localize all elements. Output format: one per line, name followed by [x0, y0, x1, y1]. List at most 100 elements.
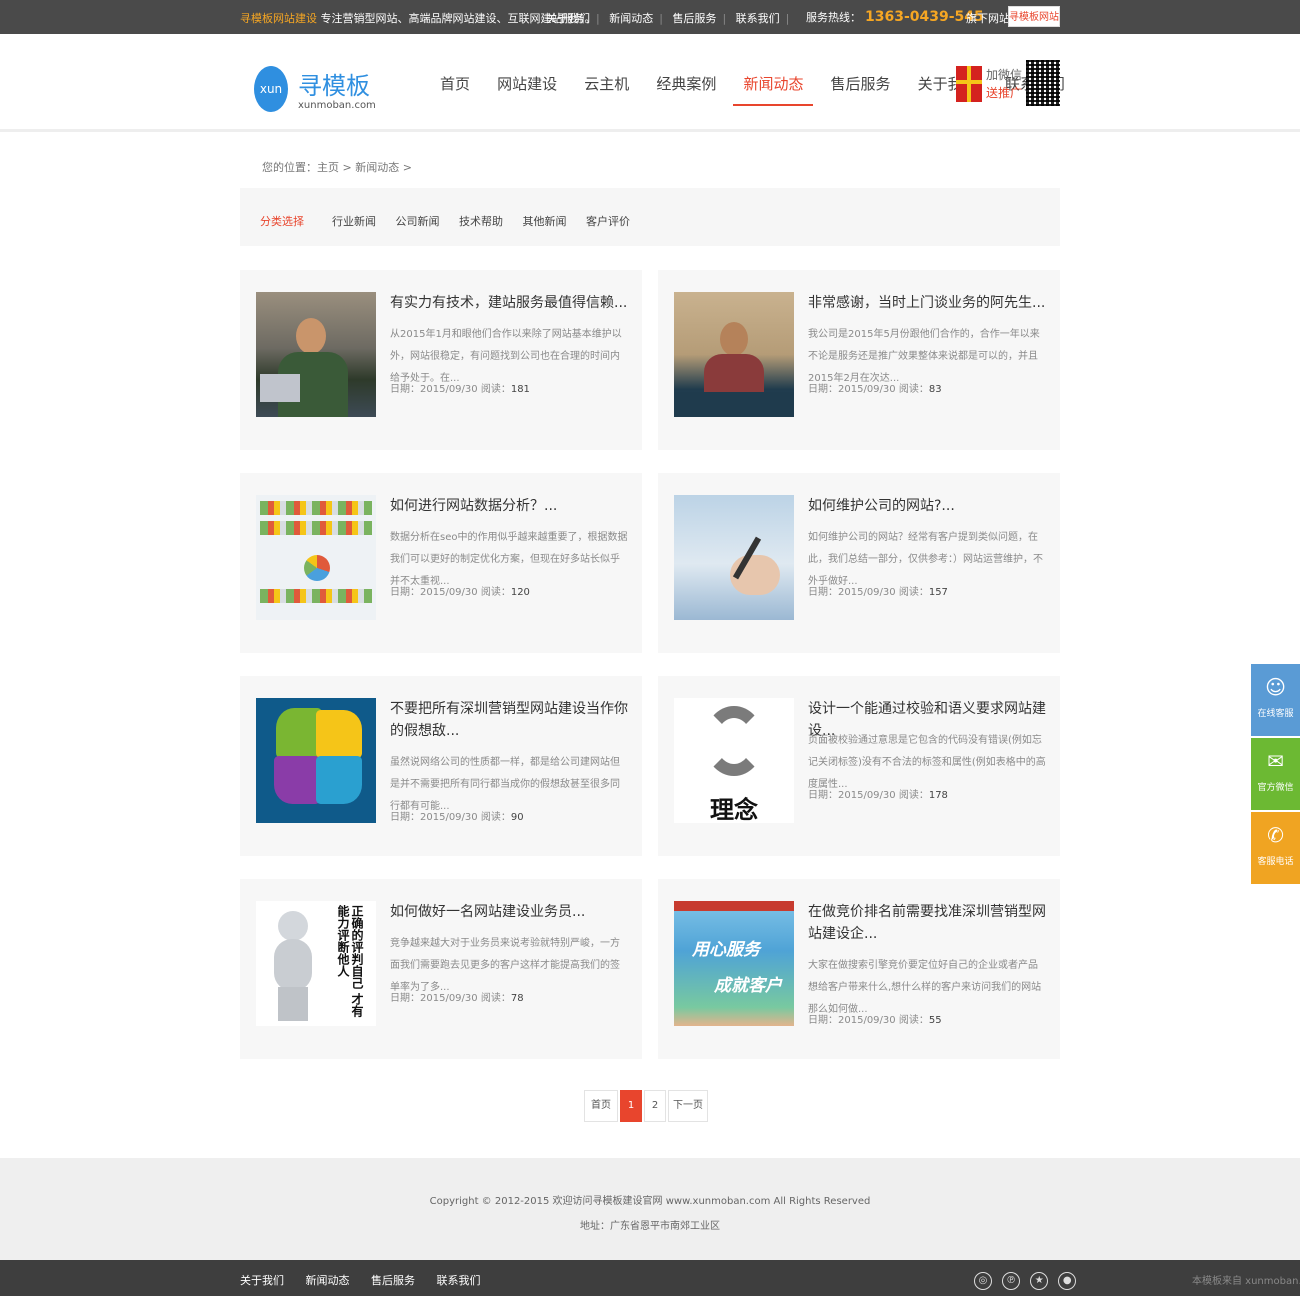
thumb-face	[296, 318, 326, 354]
news-date: 日期：2015/09/30 阅读：	[390, 384, 511, 395]
side-label: 在线客服	[1257, 709, 1294, 719]
news-meta: 日期：2015/09/30 阅读：55	[808, 1011, 942, 1026]
wechat-icon: ✉	[1267, 749, 1284, 773]
news-thumbnail[interactable]: 用心服务 成就客户	[674, 901, 794, 1026]
thumb-swirl	[704, 706, 764, 776]
nav-item-cloud-host[interactable]: 云主机	[574, 74, 639, 106]
news-thumbnail[interactable]	[674, 292, 794, 417]
thumb-figure-head	[278, 911, 308, 941]
promo-line-1: 加微信	[986, 68, 1023, 82]
news-title[interactable]: 在做竞价排名前需要找准深圳营销型网站建设企...	[808, 901, 1048, 945]
sister-sites-link[interactable]: 旗下网站	[966, 10, 1010, 26]
news-card[interactable]: 用心服务 成就客户 在做竞价排名前需要找准深圳营销型网站建设企... 大家在做搜…	[658, 879, 1060, 1059]
news-title[interactable]: 如何维护公司的网站?...	[808, 495, 1048, 517]
news-reads: 55	[928, 1015, 942, 1026]
footer-link-about[interactable]: 关于我们	[240, 1272, 284, 1288]
thumb-caption-2: 成就客户	[714, 976, 782, 996]
category-list: 行业新闻 公司新闻 技术帮助 其他新闻 客户评价	[332, 213, 646, 229]
hotline-label: 服务热线：	[806, 11, 861, 24]
pagination-page[interactable]: 1	[620, 1090, 642, 1122]
footer-link-contact[interactable]: 联系我们	[437, 1272, 481, 1288]
news-date: 日期：2015/09/30 阅读：	[808, 587, 929, 598]
news-title[interactable]: 有实力有技术，建站服务最值得信赖...	[390, 292, 630, 314]
nav-item-home[interactable]: 首页	[430, 74, 480, 106]
news-thumbnail[interactable]: 正确的评判自己 才有能力评断他人	[256, 901, 376, 1026]
pagination-page[interactable]: 2	[644, 1090, 666, 1122]
top-intro: 寻模板网站建设 专注营销型网站、高端品牌网站建设、互联网建站服务。	[240, 10, 596, 26]
news-meta: 日期：2015/09/30 阅读：120	[390, 583, 530, 598]
news-reads: 78	[510, 993, 524, 1004]
thumb-desk	[674, 392, 794, 417]
news-thumbnail[interactable]	[256, 292, 376, 417]
pinterest-icon[interactable]: ℗	[1002, 1272, 1021, 1290]
news-meta: 日期：2015/09/30 阅读：90	[390, 808, 524, 823]
news-title[interactable]: 非常感谢，当时上门谈业务的阿先生...	[808, 292, 1048, 314]
category-tech-help[interactable]: 技术帮助	[459, 213, 503, 229]
news-thumbnail[interactable]	[256, 698, 376, 823]
footer-link-service[interactable]: 售后服务	[371, 1272, 415, 1288]
news-card[interactable]: 如何维护公司的网站?... 如何维护公司的网站？经常有客户提到类似问题，在此，我…	[658, 473, 1060, 653]
news-card[interactable]: 非常感谢，当时上门谈业务的阿先生... 我公司是2015年5月份跟他们合作的，合…	[658, 270, 1060, 450]
qr-code-icon	[1026, 60, 1060, 106]
top-link-divider: |	[785, 12, 790, 25]
side-online-service[interactable]: ☺ 在线客服	[1251, 664, 1300, 736]
bottom-bar: 关于我们 新闻动态 售后服务 联系我们 ◎ ℗ ★ ● 本模板来自 xunmob…	[0, 1260, 1300, 1296]
side-phone[interactable]: ✆ 客服电话	[1251, 812, 1300, 884]
template-credit: 本模板来自 xunmoban.com	[1192, 1276, 1300, 1287]
top-link-about[interactable]: 关于我们	[546, 10, 590, 26]
category-other-news[interactable]: 其他新闻	[523, 213, 567, 229]
pagination-next[interactable]: 下一页	[668, 1090, 708, 1122]
top-link-contact[interactable]: 联系我们	[736, 10, 780, 26]
thumb-header-band	[674, 901, 794, 911]
news-meta: 日期：2015/09/30 阅读：181	[390, 380, 530, 395]
thumb-figure-torso	[274, 939, 312, 991]
footer-links: 关于我们 新闻动态 售后服务 联系我们	[240, 1272, 499, 1288]
thumb-figure-legs	[278, 987, 308, 1021]
news-thumbnail[interactable]	[674, 495, 794, 620]
site-logo[interactable]: xun 寻模板 xunmoban.com	[254, 64, 404, 116]
nav-item-cases[interactable]: 经典案例	[646, 74, 726, 106]
top-link-service[interactable]: 售后服务	[672, 10, 716, 26]
promo-line-2: 送推广	[986, 86, 1023, 100]
side-label: 客服电话	[1257, 857, 1294, 867]
side-label: 官方微信	[1257, 783, 1294, 793]
top-link-news[interactable]: 新闻动态	[609, 10, 653, 26]
star-icon[interactable]: ★	[1030, 1272, 1049, 1290]
nav-item-after-sales[interactable]: 售后服务	[821, 74, 901, 106]
thumb-chart-row	[260, 589, 372, 603]
nav-item-website-build[interactable]: 网站建设	[487, 74, 567, 106]
gift-icon	[956, 66, 982, 102]
side-wechat[interactable]: ✉ 官方微信	[1251, 738, 1300, 810]
official-site-button[interactable]: 寻模板网站	[1008, 6, 1060, 27]
footer-link-news[interactable]: 新闻动态	[306, 1272, 350, 1288]
news-card[interactable]: 正确的评判自己 才有能力评断他人 如何做好一名网站建设业务员... 竞争越来越大…	[240, 879, 642, 1059]
category-industry-news[interactable]: 行业新闻	[332, 213, 376, 229]
pagination-first[interactable]: 首页	[584, 1090, 618, 1122]
category-company-news[interactable]: 公司新闻	[396, 213, 440, 229]
news-reads: 178	[928, 790, 948, 801]
news-meta: 日期：2015/09/30 阅读：178	[808, 786, 948, 801]
news-title[interactable]: 不要把所有深圳营销型网站建设当作你的假想敌...	[390, 698, 630, 742]
news-meta: 日期：2015/09/30 阅读：157	[808, 583, 948, 598]
thumb-caption-1: 用心服务	[692, 940, 760, 960]
news-card[interactable]: 不要把所有深圳营销型网站建设当作你的假想敌... 虽然说网络公司的性质都一样，都…	[240, 676, 642, 856]
logo-domain: xunmoban.com	[298, 100, 376, 111]
nav-item-news[interactable]: 新闻动态	[733, 74, 814, 106]
news-thumbnail[interactable]: 理念	[674, 698, 794, 823]
news-reads: 157	[928, 587, 948, 598]
wechat-promo[interactable]: 加微信 送推广	[956, 60, 1060, 108]
news-thumbnail[interactable]	[256, 495, 376, 620]
weibo-icon[interactable]: ◎	[974, 1272, 992, 1290]
category-reviews[interactable]: 客户评价	[586, 213, 630, 229]
logo-name: 寻模板	[298, 72, 370, 100]
news-card[interactable]: 如何进行网站数据分析？... 数据分析在seo中的作用似乎越来越重要了，根据数据…	[240, 473, 642, 653]
location-icon[interactable]: ●	[1058, 1272, 1077, 1290]
news-title[interactable]: 如何进行网站数据分析？...	[390, 495, 630, 517]
news-date: 日期：2015/09/30 阅读：	[390, 587, 511, 598]
top-brand-link[interactable]: 寻模板网站建设	[240, 12, 317, 25]
top-link-divider: |	[722, 12, 727, 25]
news-card[interactable]: 有实力有技术，建站服务最值得信赖... 从2015年1月和眼他们合作以来除了网站…	[240, 270, 642, 450]
news-reads: 181	[510, 384, 530, 395]
news-card[interactable]: 理念 设计一个能通过校验和语义要求网站建设... 页面被校验通过意思是它包含的代…	[658, 676, 1060, 856]
news-title[interactable]: 如何做好一名网站建设业务员...	[390, 901, 630, 923]
